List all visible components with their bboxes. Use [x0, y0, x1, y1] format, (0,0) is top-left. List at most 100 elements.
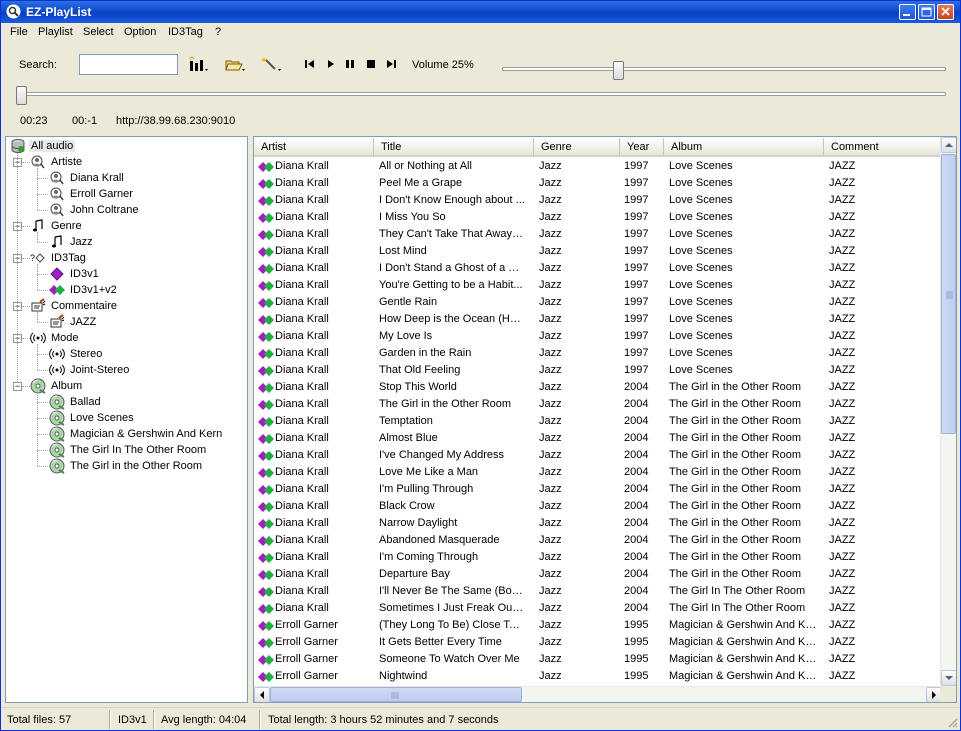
tree-item[interactable]: Ballad [49, 394, 103, 410]
menu-file[interactable]: File [10, 26, 28, 38]
tree-item[interactable]: ID3v1+v2 [49, 282, 119, 298]
tree-connector [37, 312, 38, 322]
play-button[interactable] [325, 58, 337, 70]
column-header-artist[interactable]: Artist [254, 138, 374, 157]
tree-item[interactable]: Joint-Stereo [49, 362, 131, 378]
position-slider-thumb[interactable] [16, 86, 27, 105]
cell-genre: Jazz [539, 262, 562, 274]
filter-tool-button[interactable] [187, 55, 211, 75]
cell-title: I've Changed My Address [379, 449, 505, 461]
column-header-comment[interactable]: Comment [824, 138, 942, 157]
table-row[interactable]: Diana Krall Garden in the Rain Jazz 1997 Lov… [254, 345, 942, 362]
table-row[interactable]: Diana Krall I'm Pulling Through Jazz 2004 Th… [254, 481, 942, 498]
table-row[interactable]: Diana Krall All or Nothing at All Jazz 1997… [254, 158, 942, 175]
table-row[interactable]: Diana Krall I've Changed My Address Jazz 20… [254, 447, 942, 464]
open-folder-button[interactable] [224, 55, 248, 75]
table-row[interactable]: Diana Krall Black Crow Jazz 2004 The Girl in… [254, 498, 942, 515]
stop-button[interactable] [365, 58, 377, 70]
table-row[interactable]: Diana Krall Sometimes I Just Freak Out (B… [254, 600, 942, 617]
pause-button[interactable] [344, 58, 356, 70]
column-header-genre[interactable]: Genre [534, 138, 620, 157]
tree-node-all-audio[interactable]: All audio [10, 138, 76, 154]
column-header-album[interactable]: Album [664, 138, 824, 157]
column-header-title[interactable]: Title [374, 138, 534, 157]
tree-group-id3tag[interactable]: ? ID3Tag [30, 250, 88, 266]
tree-item[interactable]: Stereo [49, 346, 104, 362]
menu-option[interactable]: Option [124, 26, 156, 38]
collapse-toggle[interactable]: − [13, 382, 22, 391]
tree-item[interactable]: John Coltrane [49, 202, 141, 218]
table-row[interactable]: Diana Krall Narrow Daylight Jazz 2004 The Gi… [254, 515, 942, 532]
table-row[interactable]: Diana Krall I'm Coming Through Jazz 2004 The… [254, 549, 942, 566]
title-bar[interactable]: EZ-PlayList [1, 1, 960, 23]
table-row[interactable]: Diana Krall Abandoned Masquerade Jazz 2004 T… [254, 532, 942, 549]
previous-track-button[interactable] [304, 58, 316, 70]
cell-genre: Jazz [539, 483, 562, 495]
column-header-year[interactable]: Year [620, 138, 664, 157]
tree-item[interactable]: JAZZ [49, 314, 98, 330]
table-row[interactable]: Erroll Garner Someone To Watch Over Me Jaz… [254, 651, 942, 668]
menu-id3tag[interactable]: ID3Tag [168, 26, 203, 38]
next-track-button[interactable] [385, 58, 397, 70]
maximize-button[interactable] [918, 4, 935, 20]
table-row[interactable]: Diana Krall Lost Mind Jazz 1997 Love Scenes J… [254, 243, 942, 260]
position-slider[interactable] [16, 86, 946, 105]
tree-item[interactable]: Love Scenes [49, 410, 136, 426]
scroll-left-button[interactable] [254, 687, 270, 702]
vertical-scrollbar[interactable] [940, 137, 956, 687]
table-row[interactable]: Diana Krall Love Me Like a Man Jazz 2004 The… [254, 464, 942, 481]
horizontal-scrollbar[interactable] [254, 686, 942, 702]
tree-group-artiste[interactable]: Artiste [30, 154, 84, 170]
tree-item[interactable]: Jazz [49, 234, 95, 250]
cell-album: Love Scenes [669, 245, 733, 257]
tree-connector [37, 450, 48, 451]
table-row[interactable]: Diana Krall Departure Bay Jazz 2004 The Girl… [254, 566, 942, 583]
table-row[interactable]: Diana Krall Gentle Rain Jazz 1997 Love Scene… [254, 294, 942, 311]
table-row[interactable]: Erroll Garner (They Long To Be) Close To … [254, 617, 942, 634]
tree-item[interactable]: Diana Krall [49, 170, 126, 186]
search-input[interactable] [79, 54, 178, 75]
table-row[interactable]: Diana Krall You're Getting to be a Habit.… [254, 277, 942, 294]
tree-item[interactable]: Erroll Garner [49, 186, 135, 202]
menu-select[interactable]: Select [83, 26, 114, 38]
menu-playlist[interactable]: Playlist [38, 26, 73, 38]
table-row[interactable]: Diana Krall Temptation Jazz 2004 The Girl in… [254, 413, 942, 430]
volume-slider-thumb[interactable] [613, 61, 625, 80]
tree-group-commentaire[interactable]: Commentaire [30, 298, 119, 314]
tree-group-genre[interactable]: Genre [30, 218, 84, 234]
scroll-down-button[interactable] [941, 670, 956, 686]
table-row[interactable]: Diana Krall Stop This World Jazz 2004 The Gi… [254, 379, 942, 396]
id3v1-v2-tag-icon [49, 285, 65, 295]
scroll-up-button[interactable] [941, 137, 956, 153]
table-row[interactable]: Diana Krall How Deep is the Ocean (Ho... J… [254, 311, 942, 328]
table-row[interactable]: Diana Krall I Miss You So Jazz 1997 Love Sce… [254, 209, 942, 226]
table-row[interactable]: Diana Krall Peel Me a Grape Jazz 1997 Love S… [254, 175, 942, 192]
tree-item[interactable]: The Girl In The Other Room [49, 442, 208, 458]
tree-item[interactable]: Magician & Gershwin And Kern [49, 426, 224, 442]
wand-tool-button[interactable] [260, 55, 284, 75]
table-row[interactable]: Diana Krall Almost Blue Jazz 2004 The Girl i… [254, 430, 942, 447]
tree-item[interactable]: ID3v1 [49, 266, 101, 282]
horizontal-scroll-thumb[interactable] [270, 687, 522, 702]
close-button[interactable] [937, 4, 954, 20]
playlist-list[interactable]: Artist Title Genre Year Album Comment Diana K… [253, 136, 957, 703]
table-row[interactable]: Diana Krall They Can't Take That Away fr.… [254, 226, 942, 243]
table-row[interactable]: Diana Krall I'll Never Be The Same (Bonus… [254, 583, 942, 600]
menu-help[interactable]: ? [215, 26, 221, 38]
tree-node-label: Genre [51, 220, 82, 232]
category-tree[interactable]: All audio Artiste − Diana Krall Erroll Garne… [5, 136, 248, 703]
tree-group-album[interactable]: Album [30, 378, 84, 394]
table-row[interactable]: Diana Krall I Don't Know Enough about ...… [254, 192, 942, 209]
table-row[interactable]: Diana Krall The Girl in the Other Room Jaz… [254, 396, 942, 413]
tree-item[interactable]: The Girl in the Other Room [49, 458, 204, 474]
table-row[interactable]: Diana Krall I Don't Stand a Ghost of a C.… [254, 260, 942, 277]
table-row[interactable]: Erroll Garner It Gets Better Every Time Ja… [254, 634, 942, 651]
vertical-scroll-thumb[interactable] [941, 154, 956, 434]
table-row[interactable]: Diana Krall My Love Is Jazz 1997 Love Scenes… [254, 328, 942, 345]
table-row[interactable]: Diana Krall That Old Feeling Jazz 1997 Love … [254, 362, 942, 379]
minimize-button[interactable] [899, 4, 916, 20]
tag-version: ID3v1 [118, 714, 147, 726]
volume-slider[interactable] [502, 61, 946, 80]
resize-grip-icon[interactable] [946, 716, 958, 728]
table-row[interactable]: Erroll Garner Nightwind Jazz 1995 Magician &… [254, 668, 942, 685]
